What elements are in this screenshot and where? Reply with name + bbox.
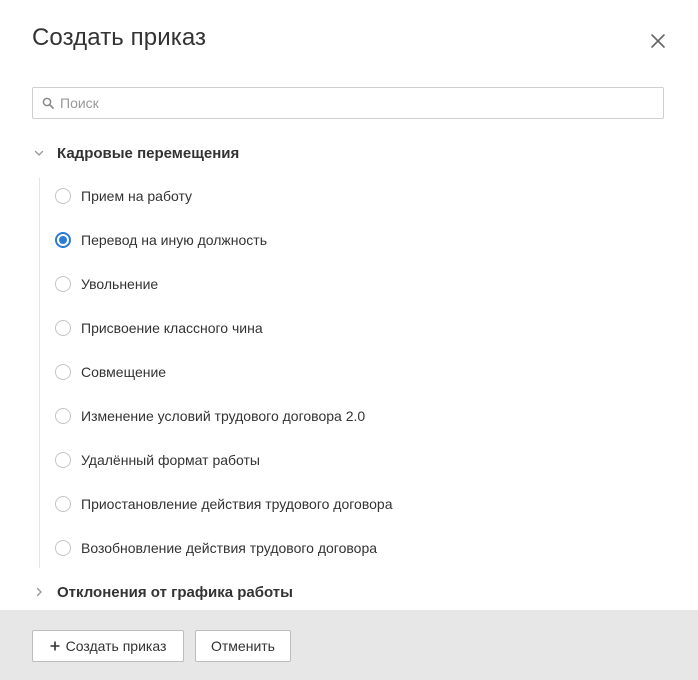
radio-button[interactable] — [55, 320, 71, 336]
list-item[interactable]: Удалённый формат работы — [55, 438, 475, 482]
list-item[interactable]: Увольнение — [55, 262, 475, 306]
cancel-button[interactable]: Отменить — [195, 630, 291, 662]
radio-button[interactable] — [55, 408, 71, 424]
list-item[interactable]: Приостановление действия трудового догов… — [55, 482, 475, 526]
list-item[interactable]: Изменение условий трудового договора 2.0 — [55, 394, 475, 438]
dialog-title: Создать приказ — [32, 24, 207, 51]
list-item-label: Увольнение — [81, 276, 159, 292]
dialog-footer: Создать приказ Отменить — [0, 610, 698, 680]
list-item-label: Перевод на иную должность — [81, 232, 267, 248]
list-item-label: Возобновление действия трудового договор… — [81, 540, 378, 556]
group-label: Кадровые перемещения — [57, 144, 240, 162]
radio-button[interactable] — [55, 452, 71, 468]
list-item-label: Совмещение — [81, 364, 167, 380]
list-item[interactable]: Возобновление действия трудового договор… — [55, 526, 475, 570]
chevron-right-icon — [36, 587, 42, 597]
list-item-label: Удалённый формат работы — [81, 452, 260, 468]
plus-icon — [50, 641, 60, 651]
group-header-schedule-deviations[interactable]: Отклонения от графика работы — [32, 581, 293, 603]
close-button[interactable] — [646, 29, 670, 53]
group-label: Отклонения от графика работы — [57, 583, 293, 601]
tree-guide-line — [39, 178, 40, 568]
radio-button[interactable] — [55, 276, 71, 292]
list-item[interactable]: Перевод на иную должность — [55, 218, 475, 262]
close-icon — [651, 34, 665, 48]
radio-button[interactable] — [55, 496, 71, 512]
list-item[interactable]: Прием на работу — [55, 174, 475, 218]
chevron-down-icon — [34, 150, 44, 156]
list-item-label: Присвоение классного чина — [81, 320, 263, 336]
search-input[interactable] — [60, 88, 658, 118]
search-box — [32, 87, 664, 119]
list-item[interactable]: Присвоение классного чина — [55, 306, 475, 350]
radio-button[interactable] — [55, 540, 71, 556]
search-icon — [42, 97, 54, 109]
list-item-label: Приостановление действия трудового догов… — [81, 496, 393, 512]
radio-button[interactable] — [55, 364, 71, 380]
group-header-personnel-moves[interactable]: Кадровые перемещения — [32, 142, 239, 164]
radio-button[interactable] — [55, 188, 71, 204]
create-order-button-label: Создать приказ — [65, 638, 167, 654]
radio-button-selected[interactable] — [55, 232, 71, 248]
list-item-label: Прием на работу — [81, 188, 193, 204]
create-order-dialog: Создать приказ Кадровые перемещения Прие… — [0, 0, 698, 680]
create-order-button[interactable]: Создать приказ — [32, 630, 184, 662]
list-item[interactable]: Совмещение — [55, 350, 475, 394]
list-item-label: Изменение условий трудового договора 2.0 — [81, 408, 366, 424]
